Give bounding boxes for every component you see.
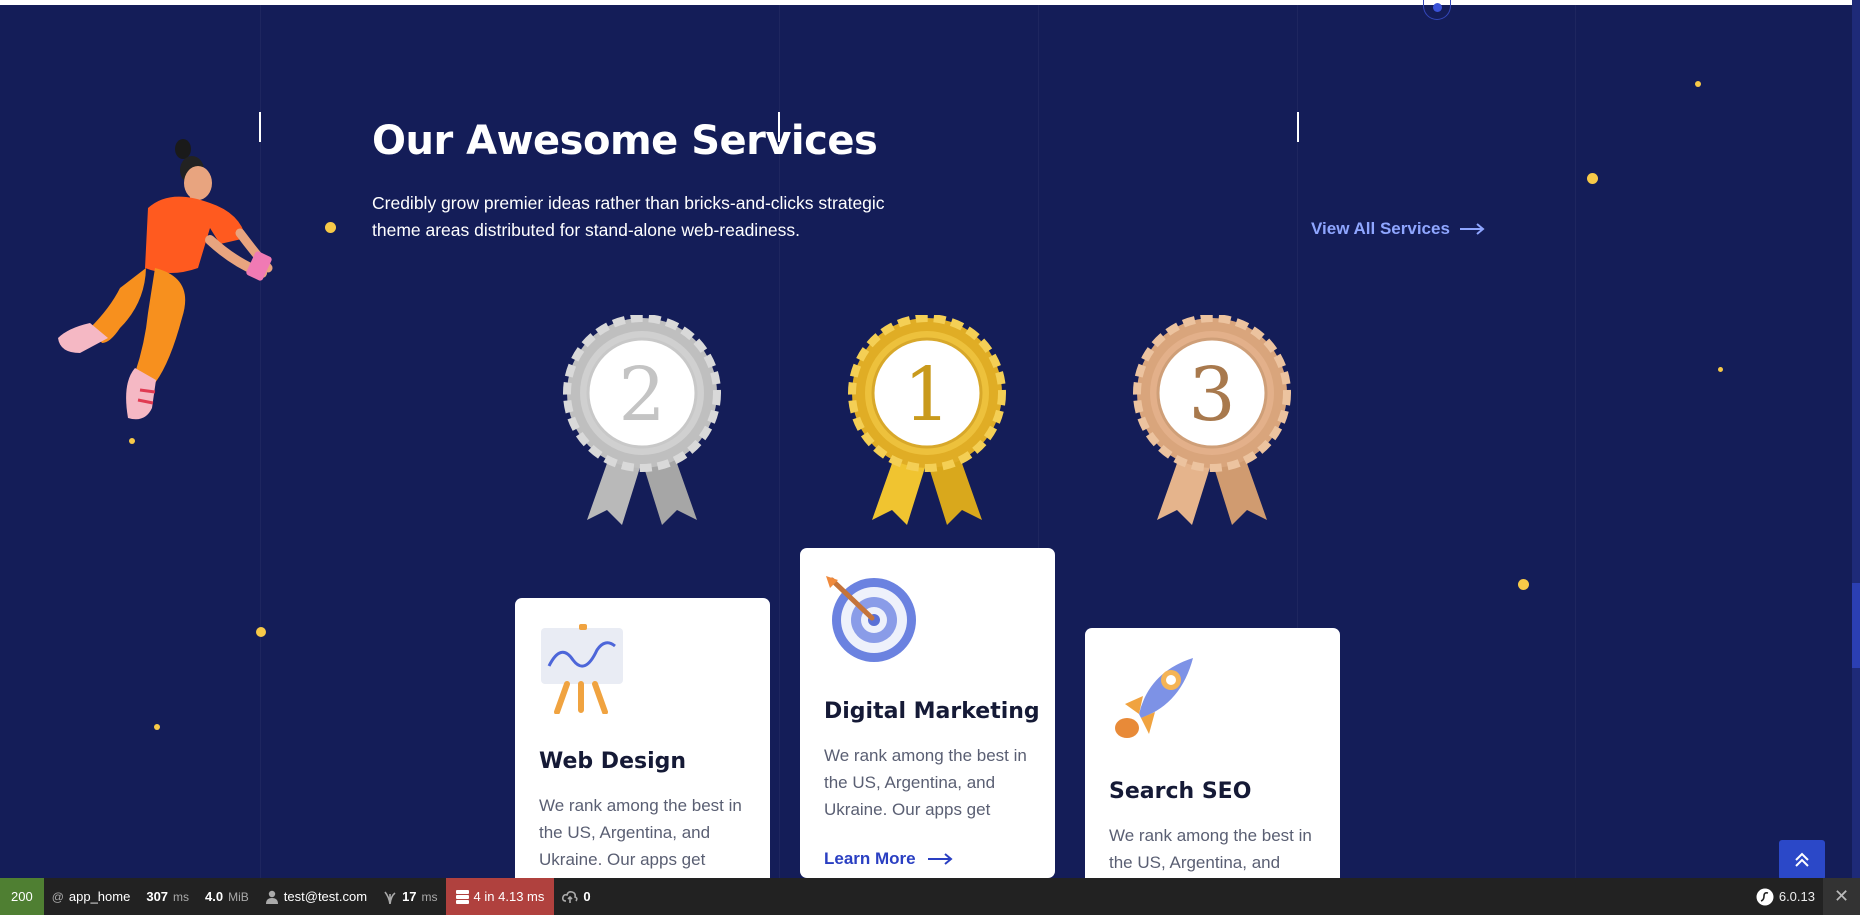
- close-toolbar-button[interactable]: ✕: [1823, 878, 1860, 915]
- user-icon: [265, 890, 278, 904]
- decorative-circle-icon: [1423, 0, 1451, 20]
- database-icon: [455, 889, 469, 904]
- section-subtitle: Credibly grow premier ideas rather than …: [372, 193, 885, 240]
- cache-count: 0: [583, 889, 591, 904]
- memory-item[interactable]: 4.0 MiB: [197, 878, 257, 915]
- decorative-dot: [154, 724, 160, 730]
- database-item[interactable]: 4 in 4.13 ms: [445, 878, 555, 915]
- service-card-digital-marketing[interactable]: Digital Marketing We rank among the best…: [800, 548, 1055, 878]
- gold-medal-icon: 1: [848, 315, 1006, 525]
- grid-tick: [1297, 112, 1299, 142]
- request-time-item[interactable]: 307 ms: [138, 878, 197, 915]
- view-all-services-label: View All Services: [1311, 219, 1450, 238]
- presentation-board-icon: [541, 624, 623, 715]
- right-edge-strip: [1852, 0, 1860, 878]
- target-arrow-icon: [826, 576, 916, 662]
- floating-person-illustration: [58, 139, 273, 420]
- time-unit: ms: [173, 889, 190, 904]
- route-name: app_home: [68, 889, 131, 904]
- silver-medal-icon: 2: [563, 315, 721, 525]
- debug-toolbar: 200 @ app_home 307 ms 4.0 MiB test@test.…: [0, 878, 1860, 915]
- decorative-dot: [1718, 367, 1723, 372]
- memory-unit: MiB: [228, 889, 249, 904]
- decorative-dot: [129, 438, 135, 444]
- cache-item[interactable]: 0: [554, 878, 598, 915]
- service-card-title: Digital Marketing: [824, 699, 1040, 724]
- scroll-to-top-button[interactable]: [1779, 840, 1825, 880]
- decorative-dot: [325, 222, 336, 233]
- right-edge-accent: [1852, 583, 1860, 668]
- time-value: 307: [146, 889, 169, 904]
- service-card-web-design[interactable]: Web Design We rank among the best in the…: [515, 598, 770, 915]
- decorative-dot: [256, 627, 266, 637]
- user-email: test@test.com: [283, 889, 368, 904]
- symfony-logo-icon: [1756, 888, 1774, 905]
- cloud-upload-icon: [562, 890, 578, 903]
- double-chevron-up-icon: [1795, 852, 1809, 867]
- service-card-text: We rank among the best in the US, Argent…: [539, 796, 742, 869]
- arrow-right-icon: [1459, 223, 1485, 235]
- memory-value: 4.0: [205, 889, 224, 904]
- learn-more-link[interactable]: Learn More: [824, 849, 1031, 869]
- bronze-medal-icon: 3: [1133, 315, 1291, 525]
- grid-line: [1575, 0, 1576, 878]
- service-card-title: Web Design: [539, 749, 687, 774]
- twig-value: 17: [402, 889, 417, 904]
- rocket-icon: [1115, 658, 1193, 738]
- database-queries: 4 in 4.13 ms: [473, 889, 545, 904]
- medal-rank: 1: [903, 352, 950, 438]
- service-card-search-seo[interactable]: Search SEO We rank among the best in the…: [1085, 628, 1340, 915]
- twig-icon: [384, 891, 396, 904]
- medal-rank: 3: [1188, 352, 1235, 438]
- close-icon: ✕: [1833, 886, 1850, 906]
- view-all-services-link[interactable]: View All Services: [1311, 219, 1486, 239]
- decorative-dot: [1518, 579, 1529, 590]
- decorative-dot: [1587, 173, 1598, 184]
- service-card-text: We rank among the best in the US, Argent…: [824, 746, 1027, 819]
- symfony-version-item[interactable]: 6.0.13: [1748, 878, 1823, 915]
- status-code: 200: [11, 889, 33, 904]
- at-icon: @: [51, 889, 64, 904]
- arrow-right-icon: [927, 853, 953, 865]
- learn-more-label: Learn More: [824, 849, 916, 868]
- user-item[interactable]: test@test.com: [257, 878, 375, 915]
- status-code-badge[interactable]: 200: [0, 878, 44, 915]
- medal-rank: 2: [618, 352, 665, 438]
- decorative-dot: [1695, 81, 1701, 87]
- twig-item[interactable]: 17 ms: [375, 878, 445, 915]
- route-item[interactable]: @ app_home: [44, 878, 139, 915]
- symfony-version: 6.0.13: [1778, 889, 1815, 904]
- section-title: Our Awesome Services: [372, 118, 878, 164]
- twig-unit: ms: [421, 889, 438, 904]
- service-card-title: Search SEO: [1109, 779, 1252, 804]
